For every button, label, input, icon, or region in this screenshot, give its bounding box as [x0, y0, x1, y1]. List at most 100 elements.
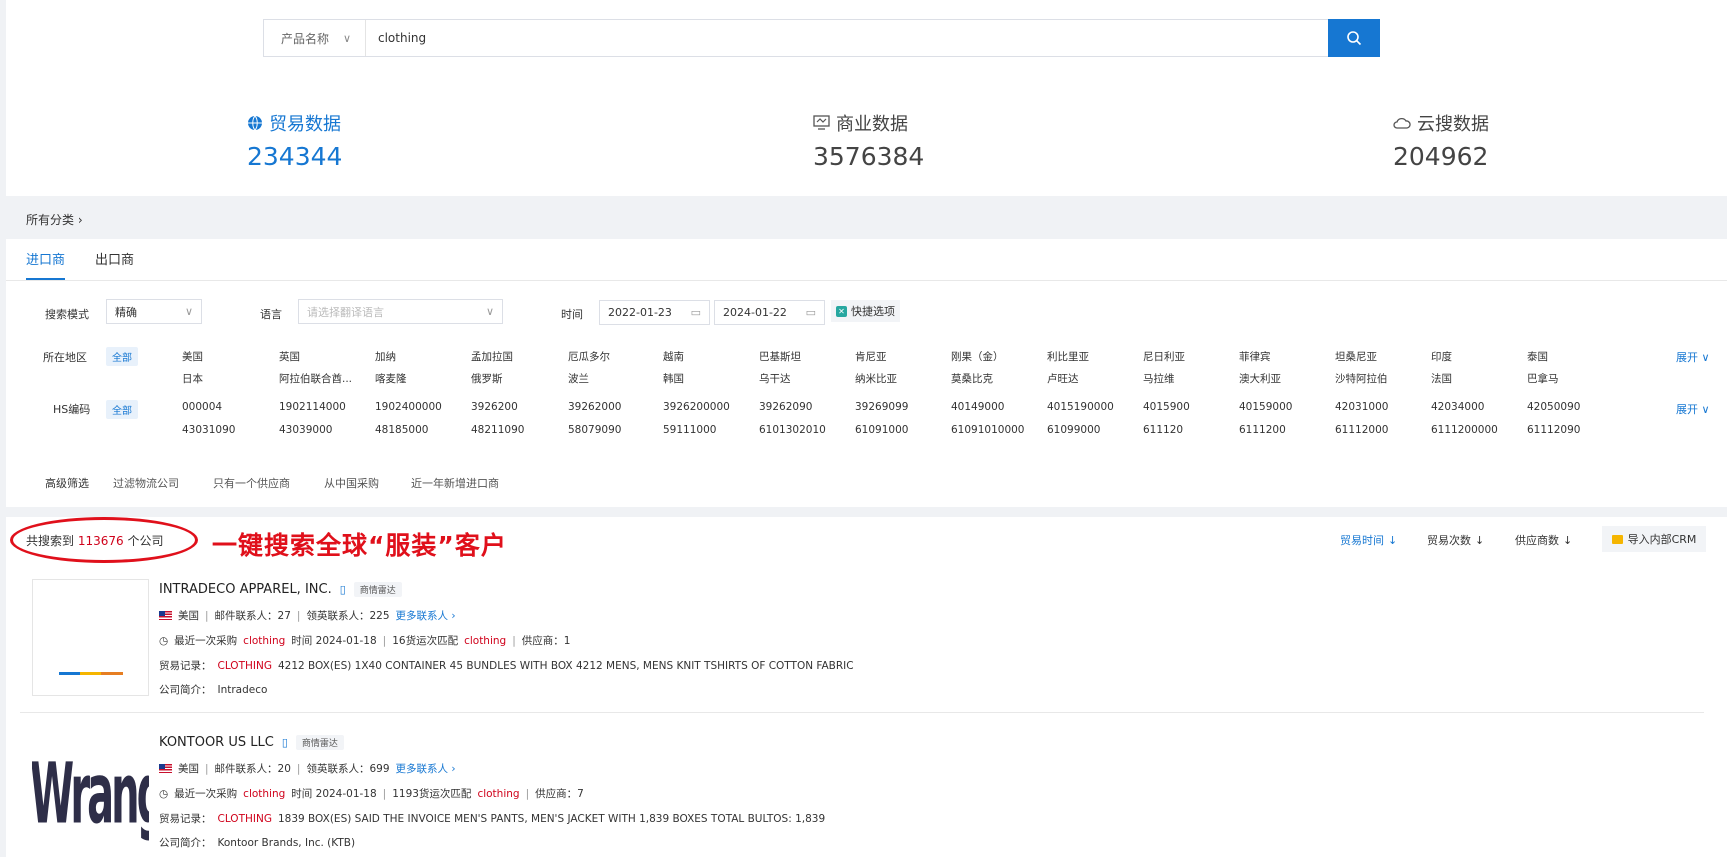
- filter-single-supplier[interactable]: 只有一个供应商: [213, 475, 290, 491]
- region-option[interactable]: 纳米比亚: [855, 371, 897, 386]
- hs-code-option[interactable]: 3926200: [471, 401, 518, 413]
- search-mode-select[interactable]: 精确 ∨: [106, 299, 202, 324]
- filter-logistics[interactable]: 过滤物流公司: [113, 475, 179, 491]
- date-to-input[interactable]: 2024-01-22 ▭: [714, 300, 825, 325]
- purchase-line: ◷ 最近一次采购 clothing 时间 2024-01-18 | 16货运次匹配 clot…: [159, 634, 571, 648]
- sort-trade-time[interactable]: 贸易时间 ↓: [1340, 532, 1397, 548]
- hs-code-option[interactable]: 58079090: [568, 424, 621, 436]
- hs-code-option[interactable]: 4015190000: [1047, 401, 1114, 413]
- hs-code-option[interactable]: 43039000: [279, 424, 332, 436]
- region-option[interactable]: 肯尼亚: [855, 349, 887, 364]
- hs-code-option[interactable]: 42034000: [1431, 401, 1484, 413]
- breadcrumb[interactable]: 所有分类 ›: [26, 211, 83, 228]
- region-option[interactable]: 印度: [1431, 349, 1452, 364]
- region-option[interactable]: 刚果（金）: [951, 349, 1004, 364]
- region-option[interactable]: 加纳: [375, 349, 396, 364]
- company-name[interactable]: KONTOOR US LLC ▯ 商情雷达: [159, 735, 344, 750]
- hs-code-option[interactable]: 6111200000: [1431, 424, 1498, 436]
- match-term: clothing: [464, 634, 507, 647]
- region-option[interactable]: 尼日利亚: [1143, 349, 1185, 364]
- region-option[interactable]: 越南: [663, 349, 684, 364]
- region-option[interactable]: 菲律宾: [1239, 349, 1271, 364]
- tab-importers[interactable]: 进口商: [26, 249, 66, 280]
- language-select[interactable]: 请选择翻译语言 ∨: [298, 299, 503, 324]
- hs-code-option[interactable]: 42031000: [1335, 401, 1388, 413]
- region-option[interactable]: 波兰: [568, 371, 589, 386]
- region-option[interactable]: 英国: [279, 349, 300, 364]
- radar-badge[interactable]: 商情雷达: [353, 582, 402, 597]
- hs-code-option[interactable]: 611120: [1143, 424, 1183, 436]
- hs-code-option[interactable]: 000004: [182, 401, 222, 413]
- region-option[interactable]: 厄瓜多尔: [568, 349, 610, 364]
- region-option[interactable]: 巴基斯坦: [759, 349, 801, 364]
- region-option[interactable]: 巴拿马: [1527, 371, 1559, 386]
- region-option[interactable]: 卢旺达: [1047, 371, 1079, 386]
- sort-supplier-count[interactable]: 供应商数 ↓: [1515, 532, 1572, 548]
- region-option[interactable]: 沙特阿拉伯: [1335, 371, 1388, 386]
- hs-code-option[interactable]: 4015900: [1143, 401, 1190, 413]
- globe-icon: [248, 115, 262, 131]
- region-option[interactable]: 俄罗斯: [471, 371, 503, 386]
- hs-code-option[interactable]: 40149000: [951, 401, 1004, 413]
- hs-expand-button[interactable]: 展开 ∨: [1676, 401, 1710, 417]
- region-option[interactable]: 阿拉伯联合酋...: [279, 371, 352, 386]
- filter-new-importers[interactable]: 近一年新增进口商: [411, 475, 499, 491]
- radar-badge[interactable]: 商情雷达: [295, 735, 344, 750]
- hs-code-option[interactable]: 1902400000: [375, 401, 442, 413]
- filter-from-china[interactable]: 从中国采购: [324, 475, 379, 491]
- more-contacts-link[interactable]: 更多联系人 ›: [396, 608, 456, 623]
- region-option[interactable]: 美国: [182, 349, 203, 364]
- region-option[interactable]: 法国: [1431, 371, 1452, 386]
- hs-code-option[interactable]: 43031090: [182, 424, 235, 436]
- copy-icon[interactable]: ▯: [340, 583, 346, 596]
- region-option[interactable]: 马拉维: [1143, 371, 1175, 386]
- region-option[interactable]: 韩国: [663, 371, 684, 386]
- import-crm-button[interactable]: 导入内部CRM: [1602, 526, 1706, 552]
- stat-cloud[interactable]: 云搜数据 204962: [1393, 110, 1489, 171]
- hs-code-option[interactable]: 61091000: [855, 424, 908, 436]
- hs-code-option[interactable]: 61112000: [1335, 424, 1388, 436]
- region-option[interactable]: 泰国: [1527, 349, 1548, 364]
- region-option[interactable]: 利比里亚: [1047, 349, 1089, 364]
- hs-code-option[interactable]: 39262090: [759, 401, 812, 413]
- hs-code-option[interactable]: 39262000: [568, 401, 621, 413]
- search-button[interactable]: [1328, 19, 1380, 57]
- region-expand-button[interactable]: 展开 ∨: [1676, 349, 1710, 365]
- hs-code-option[interactable]: 61091010000: [951, 424, 1025, 436]
- stat-business[interactable]: 商业数据 3576384: [813, 110, 924, 171]
- hs-code-option[interactable]: 6101302010: [759, 424, 826, 436]
- region-option[interactable]: 莫桑比克: [951, 371, 993, 386]
- company-name[interactable]: INTRADECO APPAREL, INC. ▯ 商情雷达: [159, 582, 402, 597]
- hs-code-option[interactable]: 48185000: [375, 424, 428, 436]
- sort-trade-count[interactable]: 贸易次数 ↓: [1427, 532, 1484, 548]
- hs-code-option[interactable]: 59111000: [663, 424, 716, 436]
- hs-code-option[interactable]: 42050090: [1527, 401, 1580, 413]
- search-field-select[interactable]: 产品名称 ∨: [264, 20, 366, 56]
- copy-icon[interactable]: ▯: [282, 736, 288, 749]
- quick-options-button[interactable]: ✕ 快捷选项: [831, 300, 900, 322]
- chevron-down-icon: ∨: [485, 305, 494, 318]
- hs-code-option[interactable]: 6111200: [1239, 424, 1286, 436]
- tab-exporters[interactable]: 出口商: [95, 249, 134, 280]
- date-from-input[interactable]: 2022-01-23 ▭: [599, 300, 710, 325]
- purchase-line: ◷ 最近一次采购 clothing 时间 2024-01-18 | 1193货运次匹配 cl…: [159, 787, 584, 801]
- stat-trade[interactable]: 贸易数据 234344: [247, 110, 342, 171]
- hs-code-option[interactable]: 48211090: [471, 424, 524, 436]
- hs-code-option[interactable]: 3926200000: [663, 401, 730, 413]
- hs-code-option[interactable]: 61099000: [1047, 424, 1100, 436]
- hs-all-badge[interactable]: 全部: [106, 400, 138, 419]
- search-input[interactable]: clothing: [366, 31, 426, 45]
- region-option[interactable]: 日本: [182, 371, 203, 386]
- region-option[interactable]: 乌干达: [759, 371, 791, 386]
- language-label: 语言: [260, 308, 282, 321]
- region-option[interactable]: 喀麦隆: [375, 371, 407, 386]
- hs-code-option[interactable]: 40159000: [1239, 401, 1292, 413]
- region-option[interactable]: 孟加拉国: [471, 349, 513, 364]
- hs-code-option[interactable]: 1902114000: [279, 401, 346, 413]
- hs-code-option[interactable]: 61112090: [1527, 424, 1580, 436]
- hs-code-option[interactable]: 39269099: [855, 401, 908, 413]
- region-option[interactable]: 坦桑尼亚: [1335, 349, 1377, 364]
- region-option[interactable]: 澳大利亚: [1239, 371, 1281, 386]
- more-contacts-link[interactable]: 更多联系人 ›: [396, 761, 456, 776]
- region-all-badge[interactable]: 全部: [106, 347, 138, 366]
